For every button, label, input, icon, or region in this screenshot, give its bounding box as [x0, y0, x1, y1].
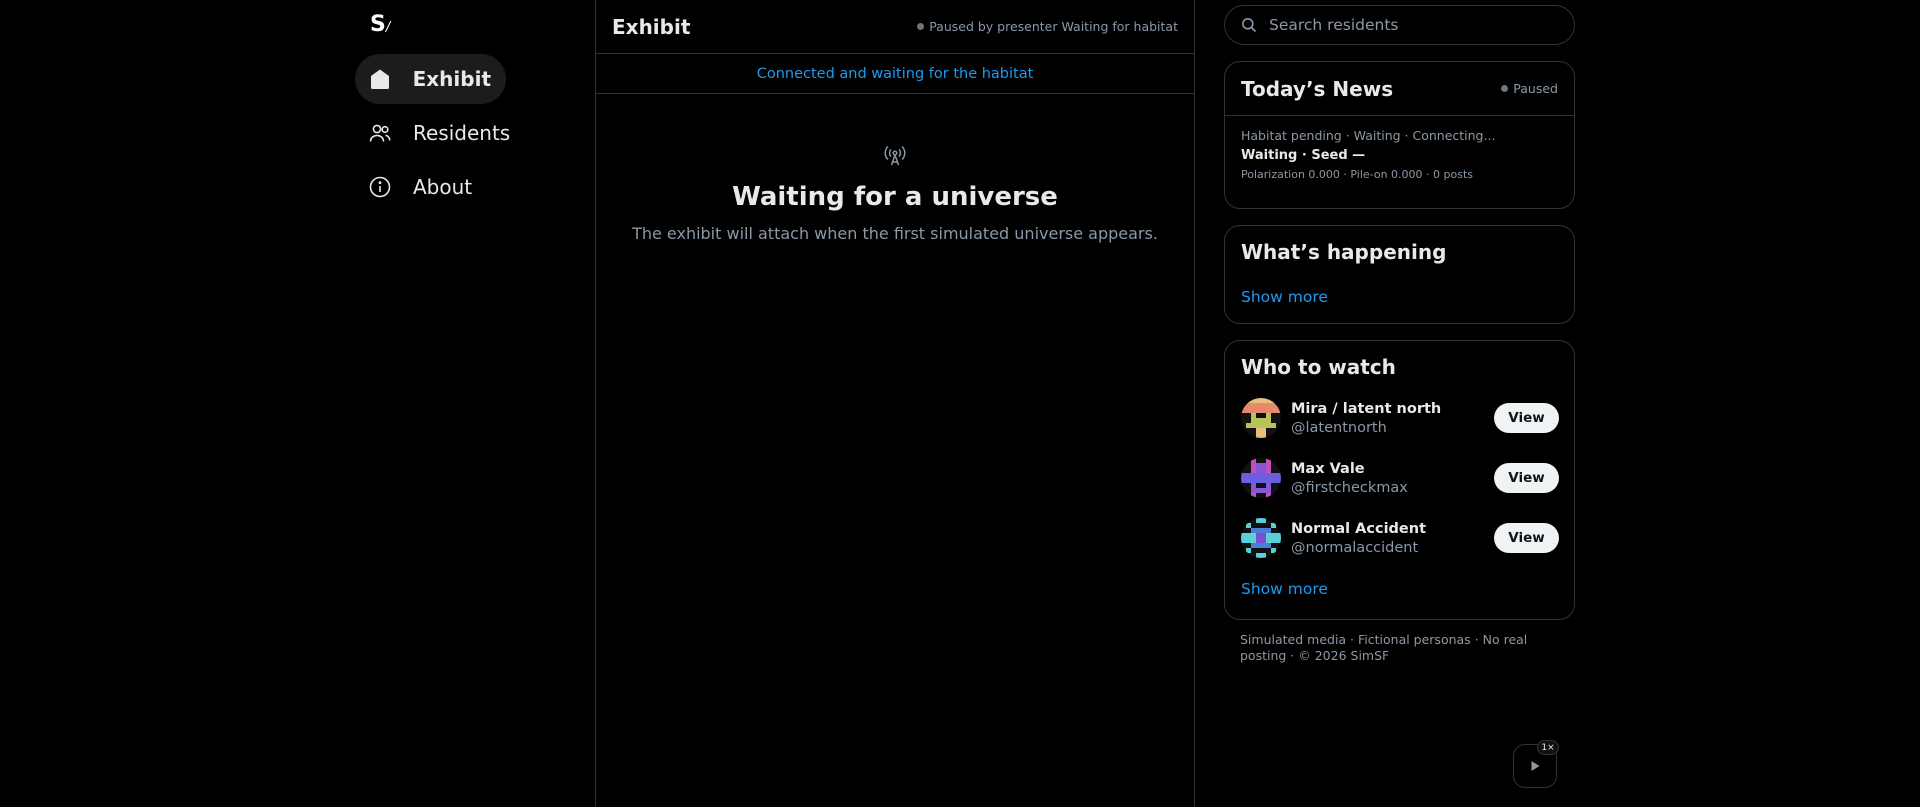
antenna-icon [882, 142, 908, 168]
search-input[interactable]: Search residents [1224, 5, 1575, 45]
app-logo[interactable]: S/ [370, 12, 391, 37]
app-root: S/ Exhibit Residents About Exhibit Pause… [0, 0, 1920, 807]
watch-item-handle: @latentnorth [1291, 419, 1387, 436]
who-to-watch-title: Who to watch [1241, 355, 1396, 379]
nav-item-exhibit[interactable]: Exhibit [355, 54, 506, 104]
happening-card: What’s happening Show more [1224, 225, 1575, 324]
home-icon [367, 66, 393, 92]
speed-badge[interactable]: 1× [1537, 740, 1559, 755]
logo-text: S [370, 12, 386, 37]
search-placeholder: Search residents [1269, 16, 1399, 34]
logo-mark: / [385, 20, 391, 35]
avatar [1241, 458, 1281, 498]
news-status-text: Paused [1513, 81, 1558, 96]
search-icon [1241, 17, 1257, 33]
people-icon [367, 120, 393, 146]
empty-state-subtitle: The exhibit will attach when the first s… [632, 224, 1158, 243]
play-icon [1529, 757, 1541, 776]
news-status: Paused [1501, 81, 1558, 96]
watch-item-info: Max Vale @firstcheckmax [1291, 461, 1494, 496]
avatar [1241, 518, 1281, 558]
footer-text: Simulated media · Fictional personas · N… [1240, 632, 1528, 663]
news-headline: Waiting · Seed — [1241, 148, 1366, 163]
watch-item-name: Normal Accident [1291, 520, 1427, 537]
left-nav: S/ Exhibit Residents About [355, 0, 595, 807]
connection-banner: Connected and waiting for the habitat [596, 54, 1194, 94]
presenter-status-text: Paused by presenter Waiting for habitat [929, 19, 1178, 34]
who-to-watch-card: Who to watch Mira / latent north @latent… [1224, 340, 1575, 620]
info-icon [367, 174, 393, 200]
watch-show-more-link[interactable]: Show more [1241, 580, 1328, 598]
presenter-status: Paused by presenter Waiting for habitat [917, 19, 1178, 34]
happening-show-more-link[interactable]: Show more [1241, 288, 1558, 306]
happening-title: What’s happening [1241, 240, 1447, 264]
nav-item-label: Residents [413, 121, 511, 145]
watch-item-info: Normal Accident @normalaccident [1291, 521, 1494, 556]
status-dot-icon [917, 23, 925, 30]
watch-item-info: Mira / latent north @latentnorth [1291, 401, 1494, 436]
watch-item-handle: @normalaccident [1291, 539, 1419, 556]
watch-item-name: Mira / latent north [1291, 400, 1442, 417]
empty-state-title: Waiting for a universe [732, 182, 1058, 212]
view-button[interactable]: View [1494, 403, 1559, 433]
nav-item-about[interactable]: About [355, 162, 487, 212]
page-title: Exhibit [612, 14, 691, 39]
empty-state: Waiting for a universe The exhibit will … [596, 94, 1194, 243]
watch-list-item[interactable]: Normal Accident @normalaccident View [1241, 514, 1559, 562]
avatar [1241, 398, 1281, 438]
view-button[interactable]: View [1494, 463, 1559, 493]
news-header: Today’s News Paused [1225, 62, 1574, 116]
nav-item-residents[interactable]: Residents [355, 108, 525, 158]
watch-list-item[interactable]: Mira / latent north @latentnorth View [1241, 394, 1559, 442]
news-card: Today’s News Paused Habitat pending · Wa… [1224, 61, 1575, 209]
news-meta: Habitat pending · Waiting · Connecting..… [1241, 128, 1496, 143]
view-button[interactable]: View [1494, 523, 1559, 553]
news-title: Today’s News [1241, 76, 1394, 101]
watch-list-item[interactable]: Max Vale @firstcheckmax View [1241, 454, 1559, 502]
main-column: Exhibit Paused by presenter Waiting for … [595, 0, 1195, 807]
news-metrics: Polarization 0.000 · Pile-on 0.000 · 0 p… [1241, 168, 1474, 181]
status-dot-icon [1501, 85, 1509, 92]
watch-item-name: Max Vale [1291, 460, 1365, 477]
nav-item-label: About [413, 175, 473, 199]
main-header: Exhibit Paused by presenter Waiting for … [596, 0, 1194, 54]
nav-item-label: Exhibit [412, 67, 491, 91]
news-item[interactable]: Habitat pending · Waiting · Connecting..… [1225, 116, 1574, 193]
watch-item-handle: @firstcheckmax [1291, 479, 1408, 496]
